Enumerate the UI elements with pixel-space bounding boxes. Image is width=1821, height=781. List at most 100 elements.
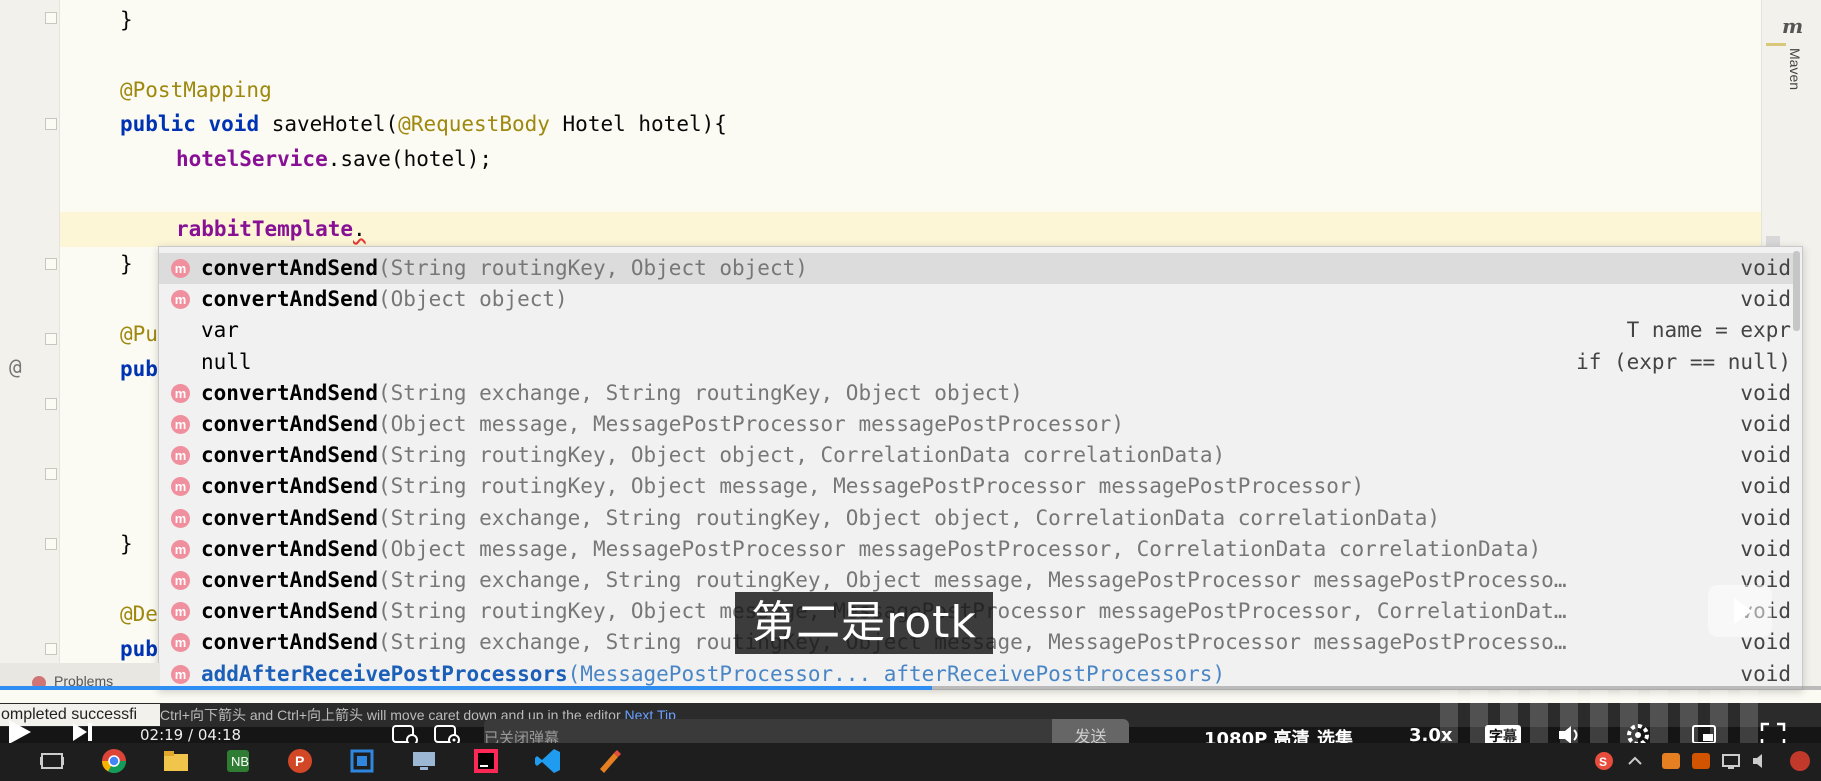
virtualbox-icon[interactable] xyxy=(348,747,376,775)
fold-marker[interactable] xyxy=(45,468,57,480)
completion-item-return-type: void xyxy=(1740,256,1791,280)
fold-marker[interactable] xyxy=(45,398,57,410)
next-icon[interactable] xyxy=(72,722,94,742)
tray-ime-mode-icon[interactable] xyxy=(1690,747,1712,775)
method-icon: m xyxy=(171,539,190,559)
completion-item-return-type: void xyxy=(1740,661,1791,686)
completion-item-return-type: void xyxy=(1740,287,1791,312)
notebook-app-icon[interactable]: NB xyxy=(224,747,252,775)
completion-item[interactable]: m addAfterReceivePostProcessors(MessagePo… xyxy=(159,659,1799,689)
fold-marker[interactable] xyxy=(45,118,57,130)
completion-item-name: null xyxy=(201,349,252,374)
completion-item-return-type: void xyxy=(1740,474,1791,499)
svg-text:NB: NB xyxy=(231,754,249,769)
fold-marker[interactable] xyxy=(45,258,57,270)
completion-item-return-type: void xyxy=(1740,412,1791,436)
code-line-current: rabbitTemplate. xyxy=(176,217,366,241)
completion-item-return-type: T name = expr xyxy=(1626,318,1791,343)
completion-item-name: convertAndSend(String exchange, String r… xyxy=(201,380,1023,405)
completion-item-name: addAfterReceivePostProcessors(MessagePos… xyxy=(201,661,1226,686)
fold-marker[interactable] xyxy=(45,333,57,345)
method-icon: m xyxy=(171,290,190,310)
completion-item-params: (String routingKey, Object object, Corre… xyxy=(378,443,1226,468)
method-icon: m xyxy=(171,259,190,278)
gutter-annotation-marker[interactable]: @ xyxy=(9,355,22,379)
completion-item[interactable]: m convertAndSend(Object message, MessageP… xyxy=(159,409,1799,440)
completion-item-params: (Object object) xyxy=(378,287,568,312)
tray-badge-icon[interactable] xyxy=(1785,747,1815,775)
fold-marker[interactable] xyxy=(45,12,57,24)
video-time: 02:19 / 04:18 xyxy=(140,726,242,744)
video-progress-fill xyxy=(0,686,933,690)
completion-item-return-type: void xyxy=(1740,536,1791,561)
tray-sogou-icon[interactable]: S xyxy=(1593,747,1615,775)
completion-item-return-type: if (expr == null) xyxy=(1576,349,1791,374)
completion-item-name: convertAndSend(String routingKey, Object… xyxy=(201,443,1226,468)
powerpoint-icon[interactable]: P xyxy=(286,747,314,775)
maven-tool-tab[interactable]: Maven xyxy=(1787,48,1803,90)
method-icon: m xyxy=(171,477,190,497)
code-line: } xyxy=(120,8,133,32)
os-taskbar xyxy=(0,743,1821,781)
intellij-idea-icon[interactable] xyxy=(472,747,500,775)
completion-item-name: convertAndSend(String routingKey, Object… xyxy=(201,474,1365,499)
completion-item-params: (String exchange, String routingKey, Obj… xyxy=(378,505,1441,530)
task-view-icon[interactable] xyxy=(38,747,66,775)
fold-marker[interactable] xyxy=(45,643,57,655)
completion-item[interactable]: m convertAndSend(String routingKey, Objec… xyxy=(159,440,1799,471)
code-line: } xyxy=(120,532,133,556)
completion-item[interactable]: m convertAndSend(String exchange, String … xyxy=(159,378,1799,409)
editor-gutter: @ xyxy=(0,0,60,690)
completion-item-name: convertAndSend(String exchange, String r… xyxy=(201,505,1441,530)
completion-item[interactable]: var T name = expr xyxy=(159,315,1799,346)
completion-item-return-type: void xyxy=(1740,505,1791,530)
scroll-marker xyxy=(1766,43,1786,46)
fold-marker[interactable] xyxy=(45,538,57,550)
code-line: @PostMapping xyxy=(120,78,272,102)
chrome-icon[interactable] xyxy=(100,747,128,775)
completion-item-params: (Object message, MessagePostProcessor me… xyxy=(378,536,1542,561)
file-explorer-icon[interactable] xyxy=(162,747,190,775)
method-icon: m xyxy=(171,415,190,434)
completion-item-return-type: void xyxy=(1740,443,1791,468)
tray-volume-icon[interactable] xyxy=(1750,747,1772,775)
completion-item-name: convertAndSend(Object message, MessagePo… xyxy=(201,536,1542,561)
completion-item-name: convertAndSend(Object message, MessagePo… xyxy=(201,412,1124,436)
completion-item-params: (String exchange, String routingKey, Obj… xyxy=(378,568,1567,592)
completion-item-params: (MessagePostProcessor... afterReceivePos… xyxy=(567,661,1226,686)
vscode-icon[interactable] xyxy=(534,747,562,775)
method-icon: m xyxy=(171,633,190,653)
svg-text:P: P xyxy=(295,753,304,769)
maven-icon[interactable]: m xyxy=(1782,14,1803,38)
watermark-logo xyxy=(1440,690,1760,750)
popup-scrollbar-thumb[interactable] xyxy=(1793,251,1800,331)
drawing-app-icon[interactable] xyxy=(596,747,624,775)
method-icon: m xyxy=(171,571,190,590)
code-line: @Pu xyxy=(120,322,158,346)
code-line: @De xyxy=(120,602,158,626)
floating-play-icon[interactable] xyxy=(1708,585,1772,637)
svg-text:S: S xyxy=(1599,755,1607,769)
tray-network-icon[interactable] xyxy=(1720,747,1742,775)
completion-item[interactable]: m convertAndSend(Object object) void xyxy=(159,284,1799,315)
completion-item-name: var xyxy=(201,318,239,343)
completion-item-params: (String routingKey, Object object) xyxy=(378,256,808,280)
method-icon: m xyxy=(171,602,190,622)
method-icon: m xyxy=(171,383,190,403)
code-line: } xyxy=(120,252,133,276)
tray-ime-icon[interactable] xyxy=(1660,747,1682,775)
completion-item[interactable]: null if (expr == null) xyxy=(159,347,1799,378)
remote-desktop-icon[interactable] xyxy=(410,747,438,775)
code-line: public void saveHotel(@RequestBody Hotel… xyxy=(120,112,727,136)
completion-item[interactable]: m convertAndSend(String routingKey, Objec… xyxy=(159,471,1799,502)
completion-item-name: convertAndSend(String routingKey, Object… xyxy=(201,256,808,280)
completion-item[interactable]: m convertAndSend(String routingKey, Objec… xyxy=(159,253,1799,284)
completion-item-return-type: void xyxy=(1740,380,1791,405)
tray-chevron-up-icon[interactable] xyxy=(1625,747,1645,775)
completion-item-params: (String routingKey, Object message, Mess… xyxy=(378,474,1365,499)
video-subtitle: 第二是rotk xyxy=(735,592,993,654)
completion-item[interactable]: m convertAndSend(String exchange, String … xyxy=(159,503,1799,534)
method-icon: m xyxy=(171,664,190,684)
code-line: hotelService.save(hotel); xyxy=(176,147,493,171)
completion-item[interactable]: m convertAndSend(Object message, MessageP… xyxy=(159,534,1799,565)
